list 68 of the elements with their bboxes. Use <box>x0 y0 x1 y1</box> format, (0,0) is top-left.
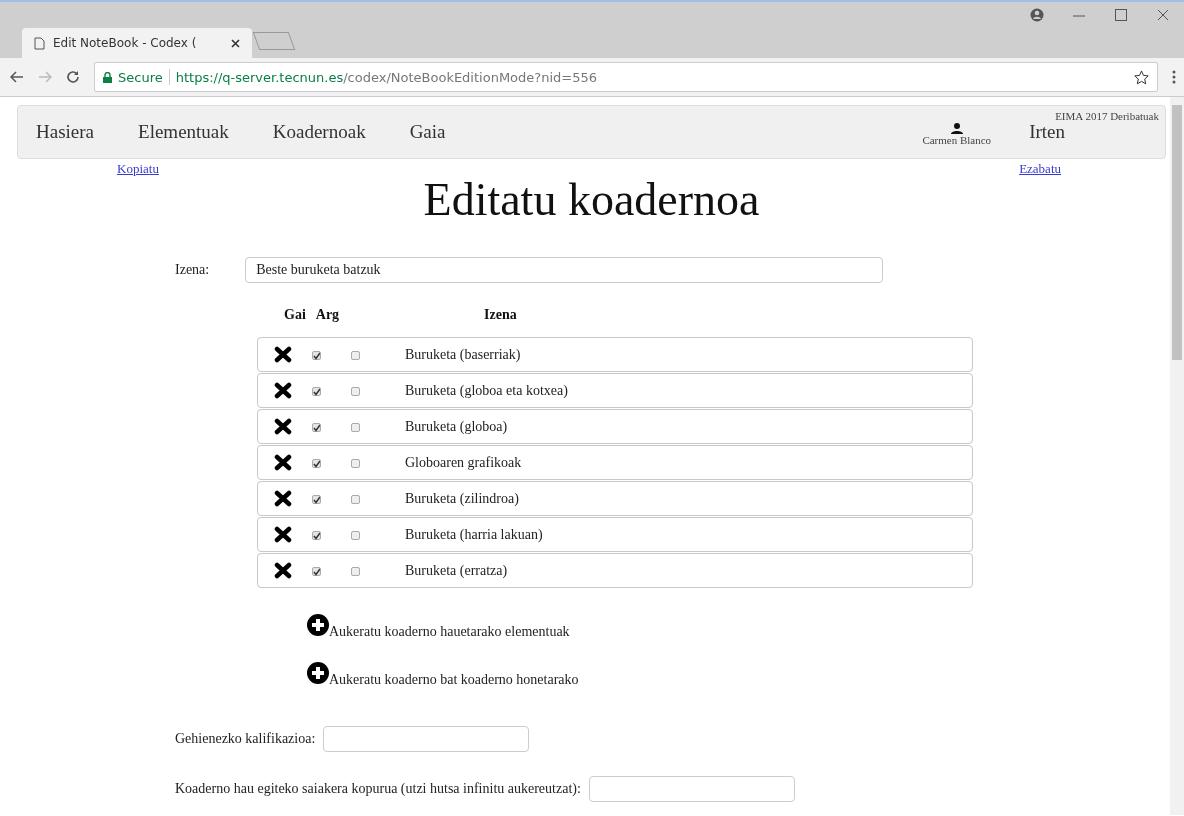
star-icon[interactable] <box>1134 69 1149 85</box>
field-label: Koaderno hau egiteko saiakera kopurua (utzi hutsa infinitu aukereutzat): <box>175 781 581 797</box>
column-header: Izena <box>484 307 517 323</box>
add-link[interactable]: Aukeratu koaderno bat koaderno honetarako <box>329 672 579 688</box>
copy-link[interactable]: Kopiatu <box>117 161 159 177</box>
nav-link[interactable]: Elementuak <box>138 121 229 143</box>
explanation-checkbox[interactable] <box>351 386 360 396</box>
topic-checkbox[interactable] <box>312 459 321 468</box>
row-name: Buruketa (zilindroa) <box>405 490 519 507</box>
input-field[interactable] <box>323 726 530 752</box>
name-field[interactable]: Beste buruketa batzuk <box>245 257 884 283</box>
url-text: https://q-server.tecnun.es/codex/NoteBookEditionMode?nid=556 <box>175 69 597 85</box>
explanation-checkbox[interactable] <box>351 422 360 432</box>
column-header: Arg <box>315 307 340 323</box>
page-icon <box>34 36 45 50</box>
nav-link[interactable]: Hasiera <box>36 121 95 143</box>
delete-icon[interactable] <box>274 526 292 543</box>
lock-icon <box>103 71 112 83</box>
explanation-checkbox[interactable] <box>351 530 360 540</box>
field-label: Izena: <box>175 262 210 278</box>
row-name: Globoaren grafikoak <box>405 454 522 471</box>
topic-checkbox[interactable] <box>312 495 321 504</box>
delete-icon[interactable] <box>274 454 292 471</box>
user-icon <box>950 122 963 134</box>
nav-link[interactable]: Gaia <box>409 121 446 143</box>
delete-icon[interactable] <box>274 346 292 363</box>
reload-icon[interactable] <box>66 70 80 84</box>
maximize-icon[interactable] <box>1114 8 1128 22</box>
add-link[interactable]: Aukeratu koaderno hauetarako elementuak <box>329 624 570 640</box>
address-bar[interactable]: Secure https://q-server.tecnun.es/codex/NoteBookEditionMode?nid=556 <box>94 62 1158 92</box>
delete-icon[interactable] <box>274 490 292 507</box>
delete-icon[interactable] <box>274 418 292 435</box>
add-icon[interactable] <box>307 662 329 684</box>
delete-link[interactable]: Ezabatu <box>1019 161 1061 177</box>
topic-checkbox[interactable] <box>312 351 321 360</box>
column-header: Gai <box>284 307 306 323</box>
back-icon[interactable] <box>10 71 24 83</box>
row-name: Buruketa (globoa eta kotxea) <box>405 382 568 399</box>
topic-checkbox[interactable] <box>312 567 321 576</box>
field-label: Gehienezko kalifikazioa: <box>175 731 316 747</box>
nav-link[interactable]: Koadernoak <box>272 121 366 143</box>
input-field[interactable] <box>588 776 795 802</box>
explanation-checkbox[interactable] <box>351 458 360 468</box>
row-name: Buruketa (harria lakuan) <box>405 526 543 543</box>
row-name: Buruketa (globoa) <box>405 418 508 435</box>
topic-checkbox[interactable] <box>312 387 321 396</box>
course-name: EIMA 2017 Deribatuak <box>1055 110 1159 122</box>
explanation-checkbox[interactable] <box>351 494 360 504</box>
delete-icon[interactable] <box>274 562 292 579</box>
row-name: Buruketa (erratza) <box>405 562 508 579</box>
row-name: Buruketa (baserriak) <box>405 346 521 363</box>
topic-checkbox[interactable] <box>312 531 321 540</box>
page-title: Editatu koadernoa <box>422 177 761 223</box>
close-icon[interactable] <box>1156 8 1170 22</box>
secure-label: Secure <box>118 69 163 85</box>
delete-icon[interactable] <box>274 382 292 399</box>
menu-icon[interactable] <box>1172 70 1176 84</box>
scrollbar-thumb[interactable] <box>1172 105 1182 360</box>
tab-title: Edit NoteBook - Codex ( <box>53 36 198 50</box>
explanation-checkbox[interactable] <box>351 566 360 576</box>
profile-icon[interactable] <box>1030 8 1044 22</box>
browser-tab[interactable]: Edit NoteBook - Codex ( <box>22 28 252 58</box>
topic-checkbox[interactable] <box>312 423 321 432</box>
user-name: Carmen Blanco <box>922 133 992 146</box>
explanation-checkbox[interactable] <box>351 350 360 360</box>
logout-link[interactable]: Irten <box>1029 121 1065 143</box>
add-icon[interactable] <box>307 614 329 636</box>
close-icon[interactable] <box>231 38 240 48</box>
